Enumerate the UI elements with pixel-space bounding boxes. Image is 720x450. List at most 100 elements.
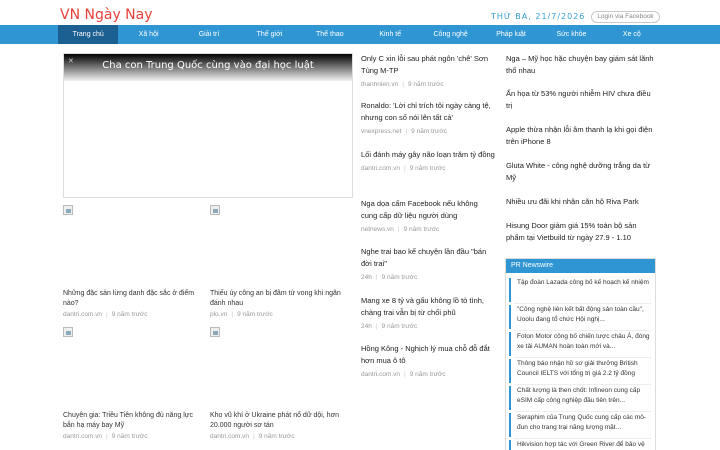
current-date: THỨ BA, 21/7/2026 (491, 12, 586, 21)
news-source: vnexpress.net (361, 128, 402, 135)
thumbnail-image[interactable] (210, 205, 220, 215)
news-title[interactable]: Thiếu úy công an bị đâm tử vong khi ngăn… (210, 289, 350, 309)
pr-item[interactable]: "Công nghệ liên kết bất động sản toàn cầ… (510, 305, 652, 329)
meta-separator: | (405, 128, 408, 135)
news-item[interactable]: Hồng Kông - Nghịch lý mua chỗ đỗ đắt hơn… (361, 343, 496, 378)
nav-item[interactable]: Xã hội (118, 25, 178, 44)
nav-item[interactable]: Pháp luật (481, 25, 541, 44)
news-meta: 24h | 9 năm trước (361, 323, 496, 330)
meta-separator: | (106, 311, 108, 318)
news-meta: thanhnien.vn | 9 năm trước (361, 81, 496, 88)
news-title[interactable]: Nghe trai bao kể chuyện lần đầu "bán đời… (361, 246, 496, 270)
meta-separator: | (231, 311, 234, 318)
pr-divider (514, 303, 651, 304)
nav-item[interactable]: Thế giới (239, 25, 299, 44)
meta-separator: | (375, 274, 378, 281)
meta-separator: | (397, 226, 400, 233)
news-time: 9 năm trước (411, 128, 447, 135)
news-title[interactable]: Mang xe 8 tỷ và gấu không lồ tỏ tình, ch… (361, 295, 496, 319)
meta-separator: | (375, 323, 378, 330)
news-time: 9 năm trước (409, 371, 446, 378)
headline-link[interactable]: Nhiều ưu đãi khi nhận căn hộ Riva Park (506, 196, 656, 208)
news-item[interactable]: Mang xe 8 tỷ và gấu không lồ tỏ tình, ch… (361, 295, 496, 330)
hero-story[interactable]: ✕ Cha con Trung Quốc cùng vào đại học lu… (63, 53, 353, 198)
news-time: 9 năm trước (258, 433, 295, 440)
headline-link[interactable]: Hisung Door giảm giá 15% toàn bộ sản phẩ… (506, 220, 656, 244)
pr-item[interactable]: Hikvision hợp tác với Green River để bảo… (510, 440, 652, 450)
pr-divider (514, 384, 651, 385)
news-source: 24h (361, 323, 372, 330)
news-source: dantri.com.vn (361, 371, 401, 378)
pr-divider (514, 438, 651, 439)
news-title[interactable]: Ronaldo: 'Lời chỉ trích tôi ngày càng tệ… (361, 100, 496, 124)
pr-item[interactable]: Seraphim của Trung Quốc cung cấp các mô-… (510, 413, 652, 437)
news-card[interactable]: Thiếu úy công an bị đâm tử vong khi ngăn… (210, 205, 350, 318)
news-title[interactable]: Lối đánh máy gây não loạn trăm tỷ đồng (361, 149, 496, 161)
meta-separator: | (106, 433, 108, 440)
nav-item[interactable]: Giải trí (179, 25, 239, 44)
news-title[interactable]: Only C xin lỗi sau phát ngôn 'chê' Sơn T… (361, 53, 496, 77)
news-source: dantri.com.vn (361, 165, 401, 172)
news-card[interactable]: Chuyên gia: Triều Tiên không đủ năng lực… (63, 327, 203, 440)
news-meta: dantri.com.vn | 9 năm trước (361, 371, 496, 378)
news-meta: dantri.com.vn | 9 năm trước (63, 433, 147, 440)
news-item[interactable]: Nga dọa cấm Facebook nếu không cung cấp … (361, 198, 496, 233)
news-source: thanhnien.vn (361, 81, 399, 88)
news-source: dantri.com.vn (63, 311, 103, 318)
facebook-login-button[interactable]: Login via Facebook (591, 11, 660, 23)
pr-divider (514, 357, 651, 358)
news-title[interactable]: Những đặc sản lừng danh đặc sắc ở điểm n… (63, 289, 203, 309)
news-card[interactable]: Kho vũ khí ở Ukraine phát nổ dữ dội, hơn… (210, 327, 350, 440)
news-title[interactable]: Nga dọa cấm Facebook nếu không cung cấp … (361, 198, 496, 222)
pr-item[interactable]: Chất lượng là then chốt: Infineon cung c… (510, 386, 652, 410)
news-title[interactable]: Kho vũ khí ở Ukraine phát nổ dữ dội, hơn… (210, 411, 350, 431)
headline-link[interactable]: Apple thừa nhận lỗi âm thanh lạ khi gọi … (506, 124, 656, 148)
news-time: 9 năm trước (409, 165, 446, 172)
pr-item[interactable]: Foton Motor công bố chiến lược châu Á, đ… (510, 332, 652, 356)
news-time: 9 năm trước (381, 323, 418, 330)
news-card[interactable]: Những đặc sản lừng danh đặc sắc ở điểm n… (63, 205, 203, 318)
headline-link[interactable]: Ấn họa từ 53% người nhiễm HIV chưa điều … (506, 88, 656, 112)
news-item[interactable]: Only C xin lỗi sau phát ngôn 'chê' Sơn T… (361, 53, 496, 88)
news-time: 9 năm trước (111, 311, 148, 318)
news-time: 9 năm trước (237, 311, 273, 318)
pr-item[interactable]: Tập đoàn Lazada công bố kế hoạch kế nhiệ… (510, 278, 652, 302)
meta-separator: | (402, 81, 404, 88)
news-item[interactable]: Ronaldo: 'Lời chỉ trích tôi ngày càng tệ… (361, 100, 496, 135)
pr-newswire-title: PR Newswire (506, 259, 655, 273)
nav-items: Trang chủ Xã hội Giải trí Thế giới Thể thao K… (58, 25, 662, 44)
news-title[interactable]: Hồng Kông - Nghịch lý mua chỗ đỗ đắt hơn… (361, 343, 496, 367)
site-header: VN Ngày Nay THỨ BA, 21/7/2026 Login via … (0, 0, 720, 24)
news-source: netnews.vn (361, 226, 394, 233)
news-time: 9 năm trước (403, 226, 440, 233)
nav-item[interactable]: Trang chủ (58, 25, 119, 44)
pr-divider (514, 330, 651, 331)
main-nav: Trang chủ Xã hội Giải trí Thế giới Thể thao K… (0, 25, 720, 44)
thumbnail-image[interactable] (63, 205, 73, 215)
news-meta: dantri.com.vn | 9 năm trước (361, 165, 496, 172)
pr-newswire-box: PR Newswire Tập đoàn Lazada công bố kế h… (505, 258, 656, 450)
thumbnail-image[interactable] (63, 327, 73, 337)
site-logo[interactable]: VN Ngày Nay (60, 7, 153, 23)
headline-link[interactable]: Nga – Mỹ học hặc chuyện bay giám sát lãn… (506, 53, 656, 77)
nav-item[interactable]: Sức khỏe (541, 25, 601, 44)
hero-title[interactable]: Cha con Trung Quốc cùng vào đại học luật (64, 60, 352, 71)
news-item[interactable]: Nghe trai bao kể chuyện lần đầu "bán đời… (361, 246, 496, 281)
meta-separator: | (404, 371, 406, 378)
thumbnail-image[interactable] (210, 327, 220, 337)
news-meta: vnexpress.net | 9 năm trước (361, 128, 496, 135)
news-time: 9 năm trước (381, 274, 418, 281)
nav-item[interactable]: Kinh tế (360, 25, 420, 44)
headline-link[interactable]: Gluta White - công nghệ dưỡng trắng da t… (506, 160, 656, 184)
nav-item[interactable]: Xe cộ (602, 25, 662, 44)
news-source: dantri.com.vn (210, 433, 250, 440)
nav-item[interactable]: Thể thao (300, 25, 360, 44)
news-title[interactable]: Chuyên gia: Triều Tiên không đủ năng lực… (63, 411, 203, 431)
news-meta: netnews.vn | 9 năm trước (361, 226, 496, 233)
nav-item[interactable]: Công nghệ (420, 25, 480, 44)
news-item[interactable]: Lối đánh máy gây não loạn trăm tỷ đồng da… (361, 149, 496, 172)
news-time: 9 năm trước (111, 433, 148, 440)
pr-item[interactable]: Thông báo nhận hồ sơ giải thưởng British… (510, 359, 652, 383)
news-meta: plo.vn | 9 năm trước (210, 311, 273, 318)
news-source: plo.vn (210, 311, 228, 318)
